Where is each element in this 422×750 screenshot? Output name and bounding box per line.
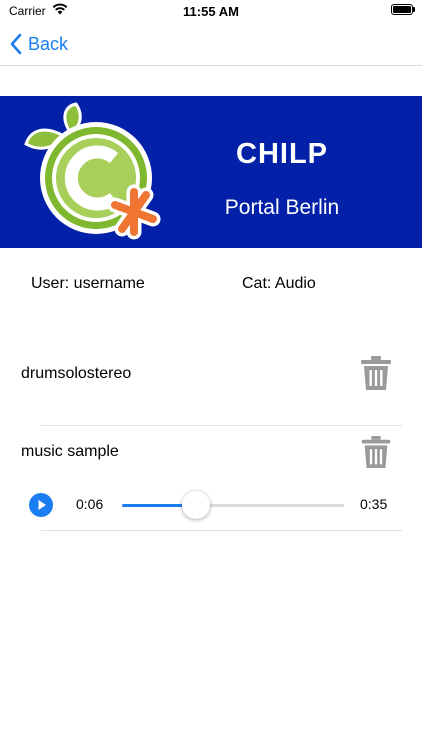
battery-icon <box>391 4 413 15</box>
brand-title: CHILP <box>236 138 328 170</box>
back-label: Back <box>28 33 69 54</box>
row-divider <box>41 530 402 531</box>
nav-divider <box>0 65 422 66</box>
list-item-title[interactable]: drumsolostereo <box>21 365 131 383</box>
trash-icon[interactable] <box>360 355 392 391</box>
brand-subtitle: Portal Berlin <box>224 196 340 219</box>
battery-cap <box>413 7 415 12</box>
category-label: Cat: Audio <box>242 275 316 292</box>
chevron-left-icon <box>10 33 22 55</box>
play-icon <box>38 500 46 510</box>
current-time: 0:06 <box>76 496 104 512</box>
row-divider <box>41 425 402 426</box>
user-label: User: username <box>31 275 145 292</box>
back-button[interactable]: Back <box>10 30 68 58</box>
play-button[interactable] <box>29 493 53 517</box>
trash-icon[interactable] <box>360 435 392 469</box>
clock: 11:55 AM <box>183 4 239 19</box>
progress-thumb[interactable] <box>182 491 210 519</box>
status-bar: Carrier 11:55 AM <box>0 0 422 24</box>
total-time: 0:35 <box>360 496 388 512</box>
chilp-logo <box>24 102 161 240</box>
list-item-title[interactable]: music sample <box>21 443 119 461</box>
